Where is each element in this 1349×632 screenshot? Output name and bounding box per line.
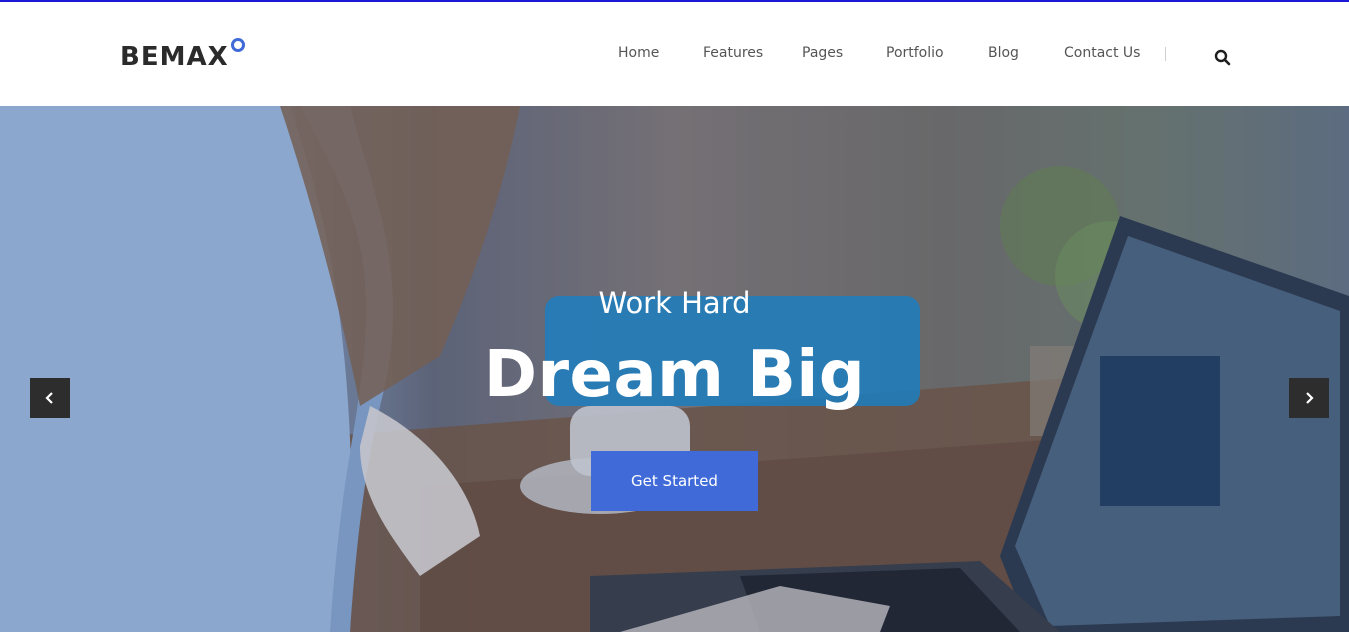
nav-item-features[interactable]: Features bbox=[703, 45, 763, 61]
nav-item-pages[interactable]: Pages bbox=[802, 45, 843, 61]
chevron-right-icon bbox=[1306, 392, 1314, 404]
logo-ring-icon bbox=[231, 38, 245, 52]
brand-logo[interactable]: BEMAX bbox=[120, 42, 229, 72]
slider-prev-button[interactable] bbox=[30, 378, 70, 418]
slider-next-button[interactable] bbox=[1289, 378, 1329, 418]
nav-item-portfolio[interactable]: Portfolio bbox=[886, 45, 944, 61]
nav-divider bbox=[1165, 47, 1166, 61]
hero-subtitle: Work Hard bbox=[598, 286, 751, 320]
nav-item-blog[interactable]: Blog bbox=[988, 45, 1019, 61]
hero-slider: Work Hard Dream Big Get Started bbox=[0, 106, 1349, 632]
hero-title: Dream Big bbox=[483, 338, 866, 412]
search-icon[interactable] bbox=[1214, 49, 1231, 66]
get-started-button[interactable]: Get Started bbox=[591, 451, 758, 511]
nav-item-home[interactable]: Home bbox=[618, 45, 659, 61]
nav-item-contact-us[interactable]: Contact Us bbox=[1064, 45, 1140, 61]
site-header: BEMAX Home Features Pages Portfolio Blog… bbox=[0, 2, 1349, 106]
chevron-left-icon bbox=[45, 392, 53, 404]
